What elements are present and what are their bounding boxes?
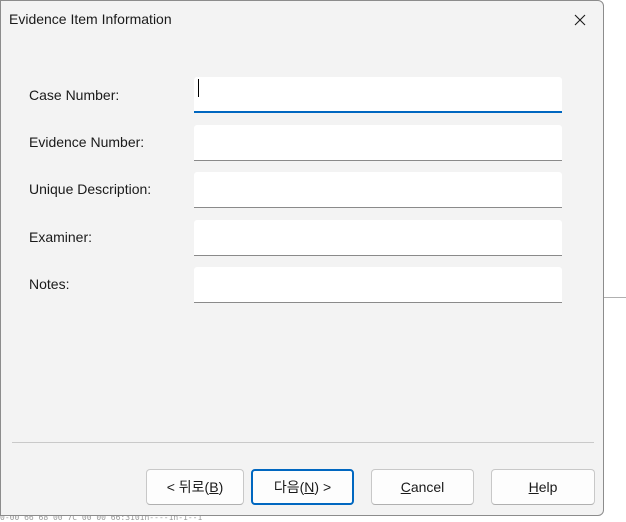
evidence-number-input[interactable] xyxy=(194,125,562,161)
notes-label: Notes: xyxy=(29,276,70,292)
examiner-input[interactable] xyxy=(194,220,562,256)
cancel-button[interactable]: Cancel xyxy=(371,469,474,505)
help-button-label-suffix: elp xyxy=(538,479,558,495)
next-button-label-prefix: 다음( xyxy=(273,479,305,495)
unique-description-input[interactable] xyxy=(194,172,562,208)
close-button[interactable] xyxy=(557,1,603,39)
next-button[interactable]: 다음(N) > xyxy=(251,469,354,505)
cancel-button-accesskey: C xyxy=(400,479,411,495)
button-area-separator xyxy=(12,442,594,443)
back-button-label-prefix: < 뒤로( xyxy=(166,479,210,495)
evidence-number-label: Evidence Number: xyxy=(29,134,145,150)
next-button-label-suffix: ) > xyxy=(314,479,332,495)
back-button-label-suffix: ) xyxy=(218,479,224,495)
dialog-title: Evidence Item Information xyxy=(9,11,172,27)
next-button-accesskey: N xyxy=(304,479,315,495)
close-icon xyxy=(574,14,586,26)
case-number-input[interactable] xyxy=(194,77,562,113)
examiner-label: Examiner: xyxy=(29,229,93,245)
dialog-titlebar[interactable]: Evidence Item Information xyxy=(1,1,603,39)
back-button-accesskey: B xyxy=(209,479,219,495)
help-button[interactable]: Help xyxy=(491,469,595,505)
help-button-accesskey: H xyxy=(528,479,539,495)
evidence-item-dialog: Evidence Item Information Case Number: E… xyxy=(0,0,604,516)
text-caret xyxy=(198,79,199,97)
unique-description-label: Unique Description: xyxy=(29,181,152,197)
case-number-label: Case Number: xyxy=(29,87,120,103)
back-button[interactable]: < 뒤로(B) xyxy=(146,469,244,505)
cancel-button-label-suffix: ancel xyxy=(410,479,445,495)
notes-input[interactable] xyxy=(194,267,562,303)
